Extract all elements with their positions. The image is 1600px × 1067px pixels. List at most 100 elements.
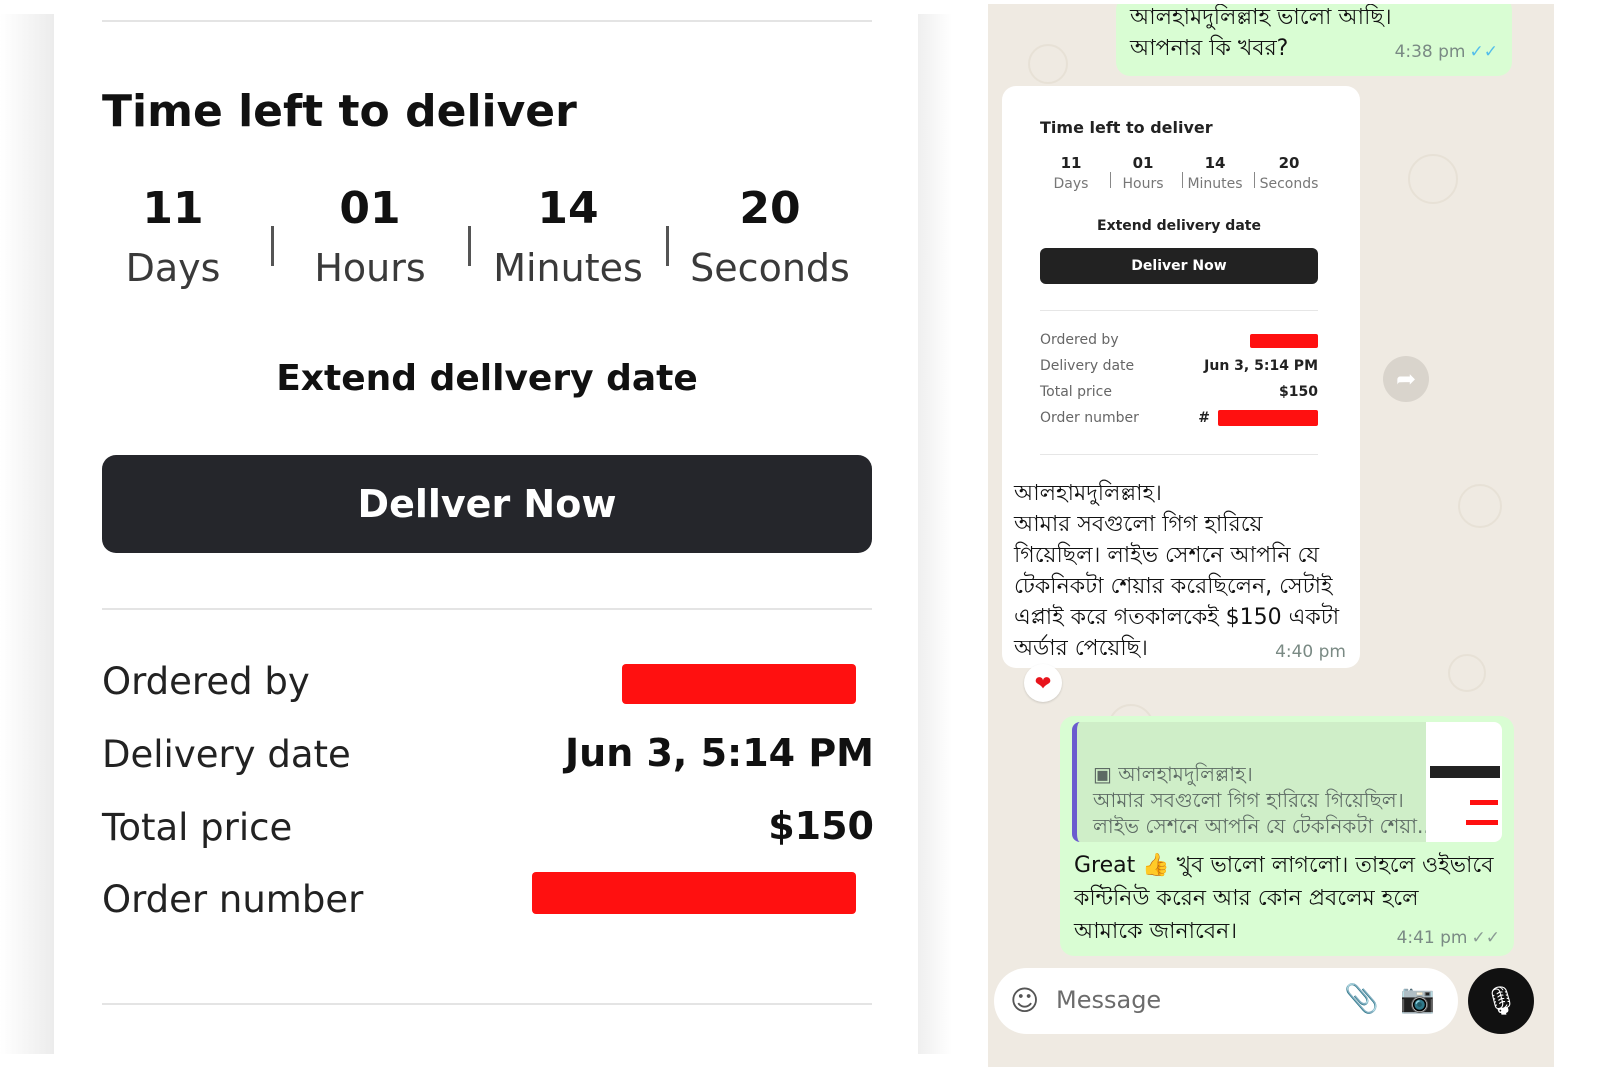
countdown-separator: [666, 226, 669, 266]
quote-line: লাইভ সেশনে আপনি যে টেকনিকটা শেয়া...: [1093, 814, 1437, 838]
wallpaper-doodle: [1408, 154, 1458, 204]
message-line: টেকনিকটা শেয়ার করেছিলেন, সেটাই: [1014, 574, 1333, 599]
message-time: 4:38 pm: [1394, 42, 1466, 62]
quoted-message[interactable]: ▣ আলহামদুলিল্লাহ। আমার সবগুলো গিগ হারিয়…: [1072, 722, 1502, 842]
total-price-value: $150: [768, 804, 874, 848]
message-line: Great 👍 খুব ভালো লাগলো। তাহলে ওইভাবে: [1074, 853, 1494, 878]
heart-reaction-icon[interactable]: ❤: [1024, 664, 1062, 702]
mini-countdown-days: 11 Days: [1036, 154, 1106, 192]
mini-label: Order number: [1040, 410, 1139, 426]
quoted-image-thumbnail: [1426, 722, 1502, 842]
extend-delivery-link[interactable]: Extend dellvery date: [102, 358, 872, 399]
mini-countdown-value: 01: [1132, 154, 1154, 172]
mini-countdown-unit: Days: [1053, 176, 1089, 192]
incoming-message[interactable]: Time left to deliver 11 Days 01 Hours 14…: [1002, 86, 1360, 668]
total-price-label: Total price: [102, 806, 293, 849]
redaction-bar: [1250, 334, 1318, 348]
countdown-days: 11 Days: [78, 183, 268, 291]
countdown-minutes: 14 Minutes: [473, 183, 663, 291]
order-details-screenshot: Time left to deliver 11 Days 01 Hours 14…: [0, 0, 952, 1067]
countdown-unit: Minutes: [493, 246, 643, 290]
message-line: গিয়েছিল। লাইভ সেশনে আপনি যে: [1014, 543, 1320, 568]
countdown-hours: 01 Hours: [275, 184, 465, 291]
message-time: 4:41 pm: [1396, 928, 1468, 948]
ordered-by-label: Ordered by: [102, 660, 310, 703]
panel-shadow-left: [0, 14, 54, 1054]
read-ticks-icon: ✓✓: [1469, 42, 1499, 62]
order-card: Time left to deliver 11 Days 01 Hours 14…: [54, 0, 918, 1067]
message-line: আলহামদুলিল্লাহ।: [1014, 481, 1162, 506]
mini-countdown-seconds: 20 Seconds: [1254, 154, 1324, 192]
countdown-value: 11: [142, 183, 204, 234]
deliver-now-button[interactable]: Dellver Now: [102, 455, 872, 553]
countdown-separator: [468, 226, 471, 266]
countdown-separator: [271, 226, 274, 266]
forward-icon[interactable]: ➦: [1383, 356, 1429, 402]
wallpaper-doodle: [1458, 484, 1502, 528]
message-line: কন্টিনিউ করেন আর কোন প্রবলেম হলে: [1074, 886, 1419, 911]
mini-countdown-value: 11: [1060, 154, 1082, 172]
redaction-bar: [1470, 800, 1498, 805]
delivery-date-value: Jun 3, 5:14 PM: [565, 731, 874, 775]
message-line: আলহামদুলিল্লাহ ভালো আছি।: [1130, 5, 1392, 30]
attach-icon[interactable]: 📎: [1344, 982, 1379, 1015]
message-input-bar[interactable]: ☺ Message 📎 📷: [994, 968, 1458, 1034]
countdown-unit: Days: [125, 246, 221, 290]
thumbnail-button: [1430, 766, 1500, 778]
countdown-unit: Seconds: [690, 246, 850, 290]
outgoing-message[interactable]: আলহামদুলিল্লাহ ভালো আছি। আপনার কি খবর? 4…: [1116, 4, 1512, 76]
countdown-seconds: 20 Seconds: [675, 183, 865, 291]
divider: [102, 608, 872, 610]
time-left-title: Time left to deliver: [102, 86, 577, 137]
shared-screenshot-image[interactable]: Time left to deliver 11 Days 01 Hours 14…: [1022, 96, 1340, 468]
redaction-bar: [1218, 410, 1318, 426]
delivered-ticks-icon: ✓✓: [1471, 928, 1501, 948]
message-input[interactable]: Message: [1056, 986, 1161, 1014]
message-line: অর্ডার পেয়েছি।: [1014, 636, 1148, 661]
mini-deliver-button: Deliver Now: [1040, 248, 1318, 284]
mini-divider: [1040, 310, 1318, 311]
mini-value: $150: [1279, 384, 1318, 400]
mini-countdown-unit: Hours: [1122, 176, 1164, 192]
photo-icon: ▣: [1093, 762, 1119, 786]
message-line: আমার সবগুলো গিগ হারিয়ে: [1014, 512, 1263, 537]
redaction-bar: [622, 664, 856, 704]
quote-text: আলহামদুলিল্লাহ।: [1118, 762, 1253, 786]
outgoing-reply-message[interactable]: ▣ আলহামদুলিল্লাহ। আমার সবগুলো গিগ হারিয়…: [1060, 716, 1514, 956]
camera-icon[interactable]: 📷: [1400, 982, 1435, 1015]
redaction-bar: [1466, 820, 1498, 825]
delivery-date-label: Delivery date: [102, 733, 351, 776]
message-line: আমাকে জানাবেন।: [1074, 919, 1238, 944]
countdown-value: 20: [739, 183, 801, 234]
mini-label: Delivery date: [1040, 358, 1135, 374]
mini-label: Ordered by: [1040, 332, 1119, 348]
mini-countdown-unit: Seconds: [1259, 176, 1319, 192]
panel-shadow-right: [918, 14, 952, 1054]
mini-value: #: [1198, 410, 1210, 426]
mini-countdown-hours: 01 Hours: [1108, 154, 1178, 192]
countdown-unit: Hours: [314, 246, 426, 290]
divider: [102, 20, 872, 22]
message-meta: 4:38 pm ✓✓: [1395, 42, 1498, 62]
wallpaper-doodle: [1028, 44, 1068, 84]
mini-value: Jun 3, 5:14 PM: [1204, 358, 1318, 374]
countdown-value: 14: [537, 183, 599, 234]
mini-title: Time left to deliver: [1040, 118, 1213, 137]
redaction-bar: [532, 872, 856, 914]
order-number-label: Order number: [102, 878, 364, 921]
microphone-icon[interactable]: 🎙: [1468, 968, 1534, 1034]
chat-screen: আলহামদুলিল্লাহ ভালো আছি। আপনার কি খবর? 4…: [988, 4, 1554, 1067]
wallpaper-doodle: [1448, 654, 1486, 692]
mini-extend-label: Extend delivery date: [1097, 218, 1261, 234]
divider: [102, 1003, 872, 1005]
message-line: এপ্লাই করে গতকালকেই $150 একটা: [1014, 605, 1340, 630]
mini-label: Total price: [1040, 384, 1112, 400]
message-line: আপনার কি খবর?: [1130, 36, 1289, 61]
sticker-icon[interactable]: ☺: [1010, 984, 1039, 1017]
mini-countdown-value: 14: [1204, 154, 1226, 172]
mini-countdown-value: 20: [1278, 154, 1300, 172]
message-meta: 4:41 pm ✓✓: [1397, 928, 1500, 948]
mini-countdown-unit: Minutes: [1187, 176, 1243, 192]
mini-divider: [1040, 454, 1318, 455]
message-time: 4:40 pm: [1275, 642, 1346, 662]
